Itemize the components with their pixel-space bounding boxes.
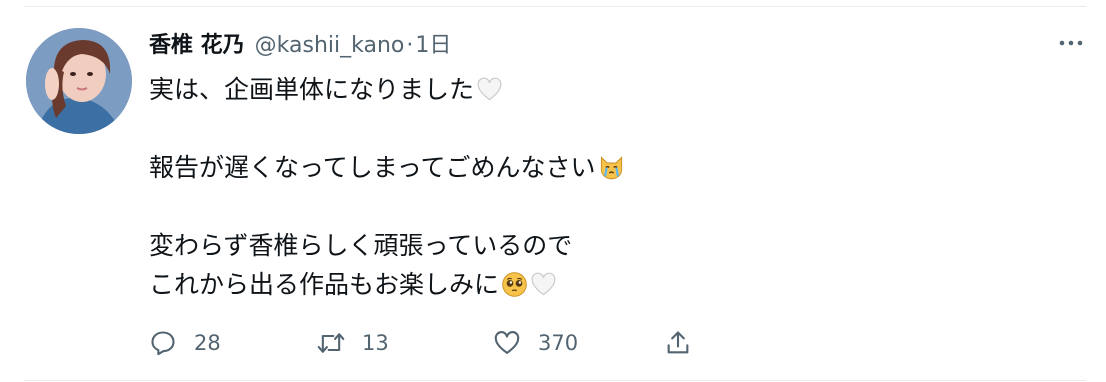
avatar[interactable] (26, 28, 132, 134)
tweet-line: 変わらず香椎らしく頑張っているので (149, 226, 1049, 265)
more-icon (1059, 40, 1083, 46)
reply-count: 28 (194, 331, 221, 355)
reply-icon (151, 331, 175, 356)
more-options-button[interactable] (1054, 30, 1088, 56)
tweet-line-text: 報告が遅くなってしまってごめんなさい (149, 153, 596, 182)
author-name[interactable]: 香椎 花乃 (149, 27, 245, 59)
bottom-divider (24, 380, 1086, 381)
like-count: 370 (538, 331, 579, 355)
tweet-line: 報告が遅くなってしまってごめんなさい (149, 148, 1049, 187)
avatar-photo (26, 28, 132, 134)
tweet-header: 香椎 花乃 @kashii_kano · 1日 (149, 27, 451, 61)
like-button[interactable]: 370 (493, 324, 578, 362)
white-heart-icon (531, 272, 556, 296)
heart-icon (494, 331, 520, 354)
retweet-count: 13 (362, 331, 389, 355)
share-button[interactable] (664, 324, 692, 362)
share-icon (667, 331, 689, 354)
tweet-text: 実は、企画単体になりました 報告が遅くなってしまってごめんなさい 変わらず香椎ら… (149, 70, 1049, 304)
separator-dot: · (406, 33, 414, 58)
top-divider (24, 6, 1086, 7)
tweet-line: これから出る作品もお楽しみに (149, 265, 1049, 304)
retweet-button[interactable]: 13 (317, 324, 389, 362)
pleading-face-icon (502, 272, 527, 297)
retweet-icon (317, 333, 345, 353)
tweet-line: 実は、企画単体になりました (149, 70, 1049, 109)
reply-button[interactable]: 28 (149, 324, 221, 362)
white-heart-icon (477, 77, 502, 101)
tweet-timestamp[interactable]: 1日 (415, 27, 451, 59)
author-handle[interactable]: @kashii_kano (255, 33, 405, 58)
tweet-line-text: 変わらず香椎らしく頑張っているので (149, 231, 573, 260)
crying-cat-icon (600, 156, 622, 180)
tweet-line-text: 実は、企画単体になりました (149, 75, 475, 104)
tweet-line-text: これから出る作品もお楽しみに (149, 270, 500, 299)
